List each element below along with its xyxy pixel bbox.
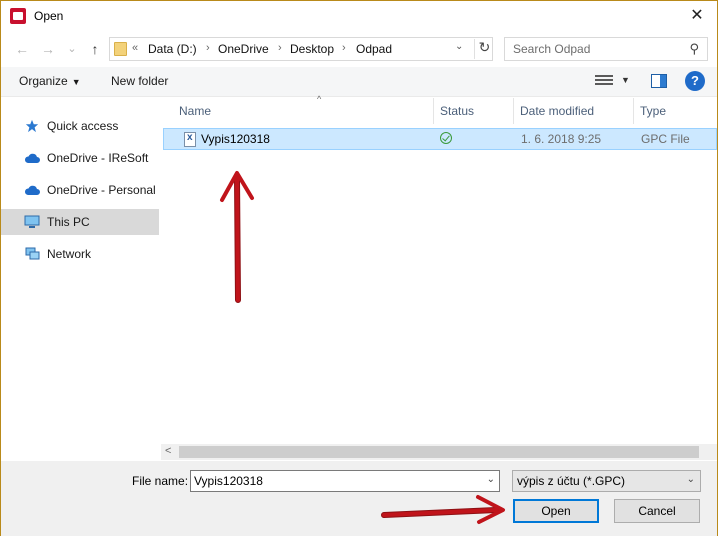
file-name-dropdown-icon[interactable]: ⌄ <box>487 474 495 485</box>
close-button[interactable]: ✕ <box>687 6 707 26</box>
window-title: Open <box>34 9 64 23</box>
forward-arrow-icon[interactable]: → <box>39 39 57 59</box>
column-header-type[interactable]: Type <box>640 98 666 124</box>
view-options-icon[interactable] <box>595 73 613 89</box>
sidebar-item-network[interactable]: Network <box>1 241 159 267</box>
command-bar: Organize ▼ New folder ▼ ? <box>1 67 717 97</box>
star-icon <box>25 119 39 133</box>
chevron-down-icon[interactable]: ⌄ <box>687 474 695 485</box>
file-name-label: File name: <box>132 474 189 488</box>
breadcrumb-onedrive[interactable]: OneDrive <box>218 42 269 56</box>
sidebar-item-onedrive-personal[interactable]: OneDrive - Personal <box>1 177 159 203</box>
refresh-icon[interactable]: ↻ <box>474 39 494 59</box>
cloud-icon <box>24 153 40 163</box>
organize-label: Organize <box>19 74 68 88</box>
breadcrumb-separator-icon[interactable]: › <box>342 42 346 54</box>
gpc-file-icon <box>184 132 196 147</box>
column-label: Name <box>179 104 212 118</box>
sidebar-item-quick-access[interactable]: Quick access <box>1 113 159 139</box>
navigation-pane: Quick access OneDrive - IReSoft OneDrive… <box>1 98 159 460</box>
breadcrumb-separator-icon[interactable]: › <box>206 42 210 54</box>
scrollbar-thumb[interactable] <box>179 446 699 458</box>
search-icon[interactable]: ⚲ <box>689 41 699 57</box>
breadcrumb-data-drive[interactable]: Data (D:) <box>148 42 197 56</box>
file-type-filter-select[interactable]: výpis z účtu (*.GPC) ⌄ <box>512 470 701 492</box>
computer-icon <box>24 215 40 228</box>
file-list: Name ^ Status Date modified Type Vypis12… <box>161 94 717 460</box>
sync-status-check-icon <box>440 132 452 144</box>
file-type-filter-value: výpis z účtu (*.GPC) <box>517 474 626 488</box>
scroll-left-icon[interactable]: < <box>165 445 171 457</box>
sidebar-item-label: Network <box>47 247 92 261</box>
organize-button[interactable]: Organize ▼ <box>19 74 81 88</box>
search-input[interactable]: Search Odpad <box>513 42 590 56</box>
column-header-name[interactable]: Name ^ <box>179 94 321 124</box>
open-button[interactable]: Open <box>513 499 599 523</box>
column-header-status[interactable]: Status <box>440 98 474 124</box>
folder-icon <box>114 42 127 56</box>
caret-down-icon: ▼ <box>71 77 81 87</box>
file-name-field[interactable] <box>191 471 479 491</box>
column-divider[interactable] <box>513 98 514 124</box>
sidebar-item-label: This PC <box>47 215 90 229</box>
preview-pane-icon[interactable] <box>651 74 667 88</box>
horizontal-scrollbar[interactable]: < <box>161 444 717 460</box>
table-row[interactable]: Vypis120318 1. 6. 2018 9:25 GPC File <box>163 128 717 150</box>
sidebar-item-this-pc[interactable]: This PC <box>1 209 159 235</box>
title-bar: Open ✕ <box>1 1 717 31</box>
open-file-dialog: Open ✕ ← → ⌄ ↑ « Data (D:) › OneDrive › … <box>0 0 718 536</box>
breadcrumb-desktop[interactable]: Desktop <box>290 42 334 56</box>
file-name-combo[interactable]: ⌄ <box>190 470 500 492</box>
cloud-icon <box>24 185 40 195</box>
cancel-button[interactable]: Cancel <box>614 499 700 523</box>
back-arrow-icon[interactable]: ← <box>13 39 31 59</box>
sidebar-item-onedrive-iresoft[interactable]: OneDrive - IReSoft <box>1 145 159 171</box>
search-box[interactable]: Search Odpad ⚲ <box>504 37 708 61</box>
sidebar-item-label: Quick access <box>47 119 119 133</box>
column-divider[interactable] <box>633 98 634 124</box>
column-header-date-modified[interactable]: Date modified <box>520 98 594 124</box>
dialog-footer: File name: ⌄ výpis z účtu (*.GPC) ⌄ Open… <box>1 461 717 536</box>
address-dropdown-icon[interactable]: ⌄ <box>455 41 463 52</box>
breadcrumb-separator-icon[interactable]: › <box>278 42 282 54</box>
sidebar-item-label: OneDrive - IReSoft <box>47 151 149 165</box>
network-icon <box>25 247 40 260</box>
column-divider[interactable] <box>433 98 434 124</box>
breadcrumb-odpad[interactable]: Odpad <box>356 42 392 56</box>
up-arrow-icon[interactable]: ↑ <box>86 39 104 59</box>
file-type: GPC File <box>641 132 690 146</box>
app-icon <box>10 8 26 24</box>
recent-locations-chevron-icon[interactable]: ⌄ <box>63 39 81 59</box>
view-options-caret-icon[interactable]: ▼ <box>621 75 630 85</box>
sort-ascending-icon: ^ <box>317 94 322 104</box>
help-icon[interactable]: ? <box>685 71 705 91</box>
navigation-bar: ← → ⌄ ↑ « Data (D:) › OneDrive › Desktop… <box>1 34 717 64</box>
file-date-modified: 1. 6. 2018 9:25 <box>521 132 602 146</box>
file-name: Vypis120318 <box>201 132 270 146</box>
address-bar[interactable]: « Data (D:) › OneDrive › Desktop › Odpad… <box>109 37 493 61</box>
overflow-chevron-icon[interactable]: « <box>132 42 138 54</box>
sidebar-item-label: OneDrive - Personal <box>47 183 156 197</box>
new-folder-button[interactable]: New folder <box>111 74 168 88</box>
